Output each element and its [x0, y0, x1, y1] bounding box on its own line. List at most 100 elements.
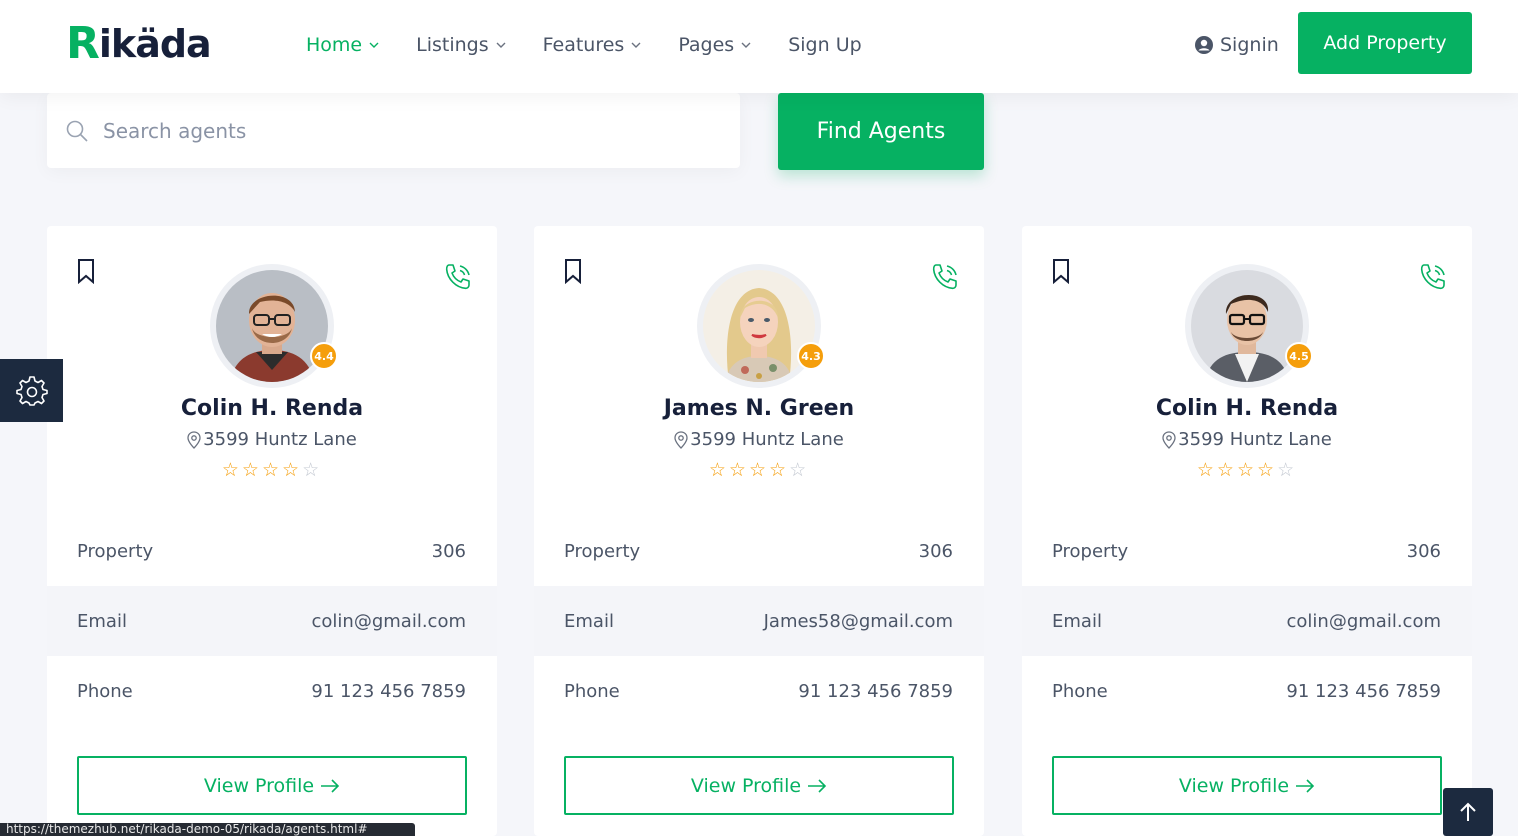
email-label: Email: [564, 610, 614, 632]
email-label: Email: [1052, 610, 1102, 632]
nav-item-label: Features: [542, 34, 625, 56]
view-profile-label: View Profile: [203, 774, 315, 797]
phone-row: Phone 91 123 456 7859: [47, 656, 497, 726]
property-label: Property: [1052, 540, 1129, 562]
property-row: Property 306: [534, 516, 984, 586]
map-pin-icon: [187, 430, 201, 449]
star-icon: ☆: [1236, 459, 1258, 481]
map-pin-icon: [674, 430, 688, 449]
agent-card: 4.3 James N. Green 3599 Huntz Lane ☆☆☆☆☆…: [534, 226, 984, 836]
nav-item-label: Sign Up: [788, 34, 862, 56]
agent-name[interactable]: James N. Green: [534, 396, 984, 421]
agent-avatar[interactable]: 4.5: [1185, 264, 1313, 388]
chevron-down-icon: [631, 42, 641, 48]
nav-item-pages[interactable]: Pages: [678, 30, 752, 60]
phone-icon[interactable]: [930, 262, 960, 292]
property-value: 306: [431, 540, 466, 562]
address-text: 3599 Huntz Lane: [1178, 429, 1332, 450]
address-text: 3599 Huntz Lane: [203, 429, 357, 450]
nav-item-listings[interactable]: Listings: [416, 30, 507, 60]
star-icon: ☆: [261, 459, 283, 481]
phone-label: Phone: [77, 680, 133, 702]
avatar: [703, 270, 815, 382]
bookmark-icon[interactable]: [77, 258, 95, 284]
find-agents-button[interactable]: Find Agents: [778, 93, 984, 170]
star-icon: ☆: [1196, 459, 1217, 481]
rating-badge: 4.4: [310, 342, 338, 370]
main-nav: Home Listings Features Pages Sign Up: [306, 30, 862, 60]
user-circle-icon: [1195, 36, 1213, 54]
star-rating: ☆☆☆☆☆: [1022, 459, 1472, 481]
email-value[interactable]: colin@gmail.com: [1287, 611, 1441, 632]
chevron-down-icon: [496, 42, 506, 48]
map-pin-icon: [1162, 430, 1176, 449]
star-icon: ☆: [282, 459, 303, 481]
property-value: 306: [1406, 540, 1441, 562]
phone-value[interactable]: 91 123 456 7859: [311, 681, 466, 702]
gear-icon: [15, 375, 48, 406]
star-icon: ☆: [748, 459, 770, 481]
property-row: Property 306: [1022, 516, 1472, 586]
agent-address: 3599 Huntz Lane: [47, 429, 497, 450]
logo-letter: R: [66, 18, 100, 69]
agent-avatar[interactable]: 4.4: [210, 264, 338, 388]
search-input[interactable]: [103, 118, 663, 143]
back-to-top-button[interactable]: [1443, 788, 1493, 836]
view-profile-button[interactable]: View Profile: [77, 756, 467, 815]
view-profile-button[interactable]: View Profile: [564, 756, 954, 815]
site-header: Rikäda Home Listings Features Pages Sign…: [0, 0, 1518, 93]
star-icon: ☆: [221, 459, 242, 481]
star-icon: ☆: [769, 459, 790, 481]
star-icon: ☆: [789, 459, 810, 481]
nav-item-features[interactable]: Features: [543, 30, 643, 60]
phone-value[interactable]: 91 123 456 7859: [798, 681, 953, 702]
nav-item-signup[interactable]: Sign Up: [788, 30, 861, 60]
phone-icon[interactable]: [1418, 262, 1448, 292]
view-profile-button[interactable]: View Profile: [1052, 756, 1442, 815]
phone-value[interactable]: 91 123 456 7859: [1286, 681, 1441, 702]
nav-item-home[interactable]: Home: [306, 30, 380, 60]
rating-badge: 4.3: [797, 342, 825, 370]
phone-label: Phone: [1052, 680, 1108, 702]
agent-address: 3599 Huntz Lane: [534, 429, 984, 450]
bookmark-icon[interactable]: [1052, 258, 1070, 284]
settings-toggle[interactable]: [0, 359, 63, 422]
agent-card: 4.5 Colin H. Renda 3599 Huntz Lane ☆☆☆☆☆…: [1022, 226, 1472, 836]
property-label: Property: [77, 540, 154, 562]
view-profile-label: View Profile: [690, 774, 802, 797]
chevron-down-icon: [369, 42, 379, 48]
logo[interactable]: Rikäda: [66, 18, 212, 69]
agent-name[interactable]: Colin H. Renda: [1022, 396, 1472, 421]
email-row: Email James58@gmail.com: [534, 586, 984, 656]
status-bar-url: https://themezhub.net/rikada-demo-05/rik…: [0, 823, 415, 836]
star-icon: ☆: [708, 459, 729, 481]
property-row: Property 306: [47, 516, 497, 586]
agent-photo: [1191, 270, 1303, 382]
email-value[interactable]: colin@gmail.com: [312, 611, 466, 632]
rating-badge: 4.5: [1285, 342, 1313, 370]
email-label: Email: [77, 610, 127, 632]
agent-card: 4.4 Colin H. Renda 3599 Huntz Lane ☆☆☆☆☆…: [47, 226, 497, 836]
star-icon: ☆: [1216, 459, 1237, 481]
agent-name[interactable]: Colin H. Renda: [47, 396, 497, 421]
phone-icon[interactable]: [443, 262, 473, 292]
email-value[interactable]: James58@gmail.com: [764, 611, 953, 632]
logo-text: ikäda: [98, 22, 212, 66]
agent-photo: [703, 270, 815, 382]
nav-item-label: Listings: [416, 34, 489, 56]
nav-item-label: Home: [306, 34, 363, 56]
star-icon: ☆: [1257, 459, 1278, 481]
agent-avatar[interactable]: 4.3: [697, 264, 825, 388]
search-bar: [47, 93, 740, 168]
star-icon: ☆: [1277, 459, 1298, 481]
arrow-up-icon: [1460, 802, 1476, 821]
address-text: 3599 Huntz Lane: [690, 429, 844, 450]
star-icon: ☆: [241, 459, 262, 481]
star-rating: ☆☆☆☆☆: [47, 459, 497, 481]
agent-address: 3599 Huntz Lane: [1022, 429, 1472, 450]
add-property-button[interactable]: Add Property: [1298, 12, 1472, 74]
arrow-right-icon: [321, 778, 340, 793]
arrow-right-icon: [808, 778, 827, 793]
signin-link[interactable]: Signin: [1195, 30, 1279, 60]
bookmark-icon[interactable]: [564, 258, 582, 284]
